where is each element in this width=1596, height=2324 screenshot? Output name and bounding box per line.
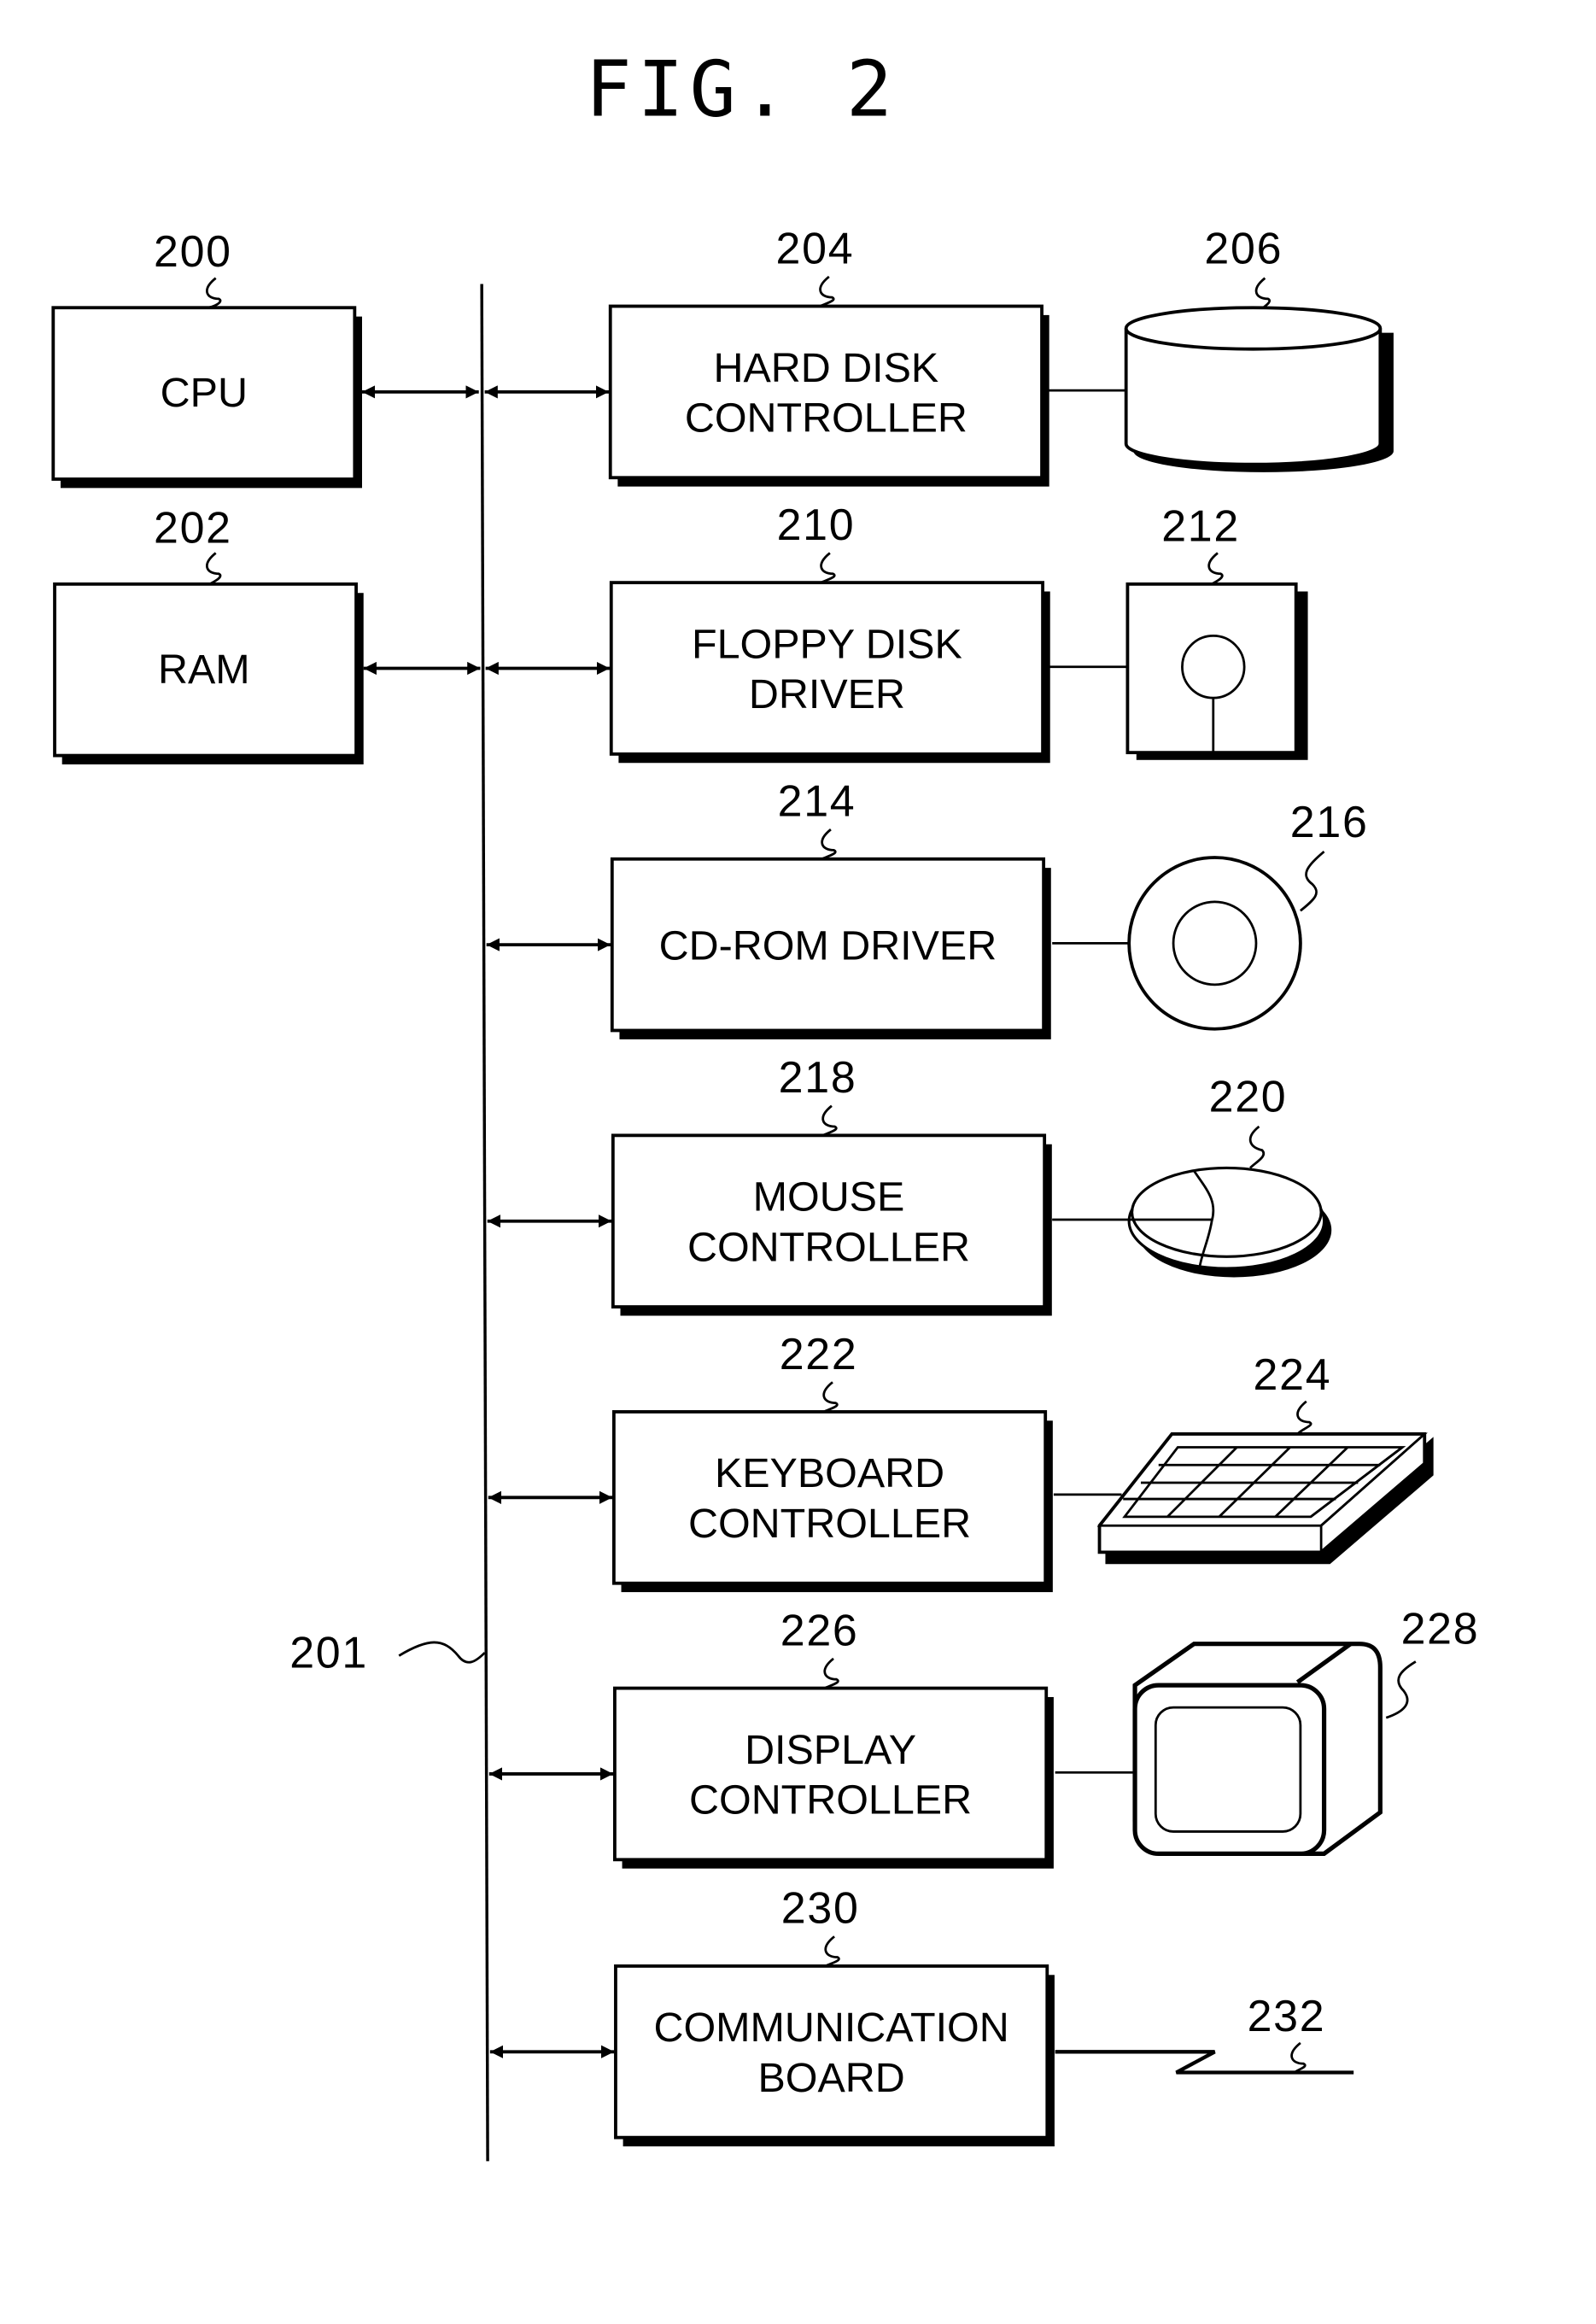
mouse-ref: 220 [1209, 1073, 1288, 1122]
controller-ref: 218 [779, 1053, 857, 1103]
cpu-label: CPU [161, 370, 248, 416]
controller-block-226: 226 DISPLAYCONTROLLER [488, 1606, 1054, 1869]
cpu-ref: 200 [154, 227, 232, 277]
controller-label-line: MOUSE [753, 1174, 905, 1221]
controller-label-line: DRIVER [749, 671, 905, 717]
controllers-group: 204HARD DISKCONTROLLER210FLOPPY DISKDRIV… [484, 224, 1055, 2147]
controller-block-210: 210 FLOPPY DISKDRIVER [485, 501, 1050, 764]
bus-label: 201 [289, 1628, 486, 1677]
controller-ref: 226 [780, 1606, 859, 1655]
hard-disk-device: 206 [1046, 224, 1394, 472]
controller-label-line: CONTROLLER [689, 1777, 972, 1823]
controller-label-line: CONTROLLER [687, 1224, 970, 1270]
controller-label-line: COMMUNICATION [654, 2005, 1009, 2051]
cd-rom-device: 216 [1052, 798, 1369, 1031]
ram-ref: 202 [154, 503, 232, 553]
system-bus-line [480, 284, 489, 2162]
display-device: 228 [1055, 1605, 1480, 1856]
floppy-disk-ref: 212 [1161, 502, 1240, 552]
controller-ref: 222 [780, 1330, 858, 1379]
display-ref: 228 [1401, 1605, 1480, 1654]
controller-label-line: FLOPPY DISK [692, 621, 962, 667]
controller-label-line: KEYBOARD [715, 1450, 944, 1496]
controller-label-line: CONTROLLER [688, 1501, 971, 1547]
block-diagram: FIG. 2 201 200 CPU 202 RAM 204HARD DISKC… [51, 44, 1480, 2162]
controller-ref: 210 [777, 501, 856, 550]
controller-label-line: BOARD [757, 2055, 904, 2101]
controller-ref: 204 [776, 224, 855, 273]
controller-label-line: HARD DISK [713, 345, 938, 391]
svg-text:201: 201 [289, 1628, 368, 1677]
floppy-disk-device: 212 [1049, 502, 1308, 760]
cd-rom-ref: 216 [1290, 798, 1369, 847]
controller-block-218: 218 MOUSECONTROLLER [487, 1053, 1052, 1316]
controller-ref: 214 [778, 777, 856, 827]
hard-disk-ref: 206 [1204, 224, 1283, 273]
keyboard-ref: 224 [1254, 1350, 1332, 1400]
controller-label-line: DISPLAY [745, 1727, 916, 1773]
controller-block-230: 230 COMMUNICATIONBOARD [489, 1884, 1055, 2147]
keyboard-device: 224 [1053, 1350, 1434, 1565]
communication-line-ref: 232 [1248, 1992, 1326, 2041]
controller-block-222: 222 KEYBOARD CONTROLLER [488, 1330, 1053, 1593]
communication-line-device: 232 [1055, 1992, 1354, 2075]
cpu-block: 200 CPU [51, 227, 362, 489]
figure-title: FIG. 2 [585, 44, 898, 134]
controller-block-204: 204 HARD DISKCONTROLLER [484, 224, 1049, 487]
controller-label-line: CONTROLLER [685, 395, 968, 442]
controller-block-214: 214 CD-ROM DRIVER [486, 777, 1051, 1039]
ram-label: RAM [158, 647, 250, 693]
mouse-device: 220 [1052, 1073, 1332, 1278]
ram-block: 202 RAM [53, 503, 364, 764]
controller-label-line: CD-ROM DRIVER [659, 922, 997, 969]
controller-ref: 230 [781, 1884, 860, 1934]
